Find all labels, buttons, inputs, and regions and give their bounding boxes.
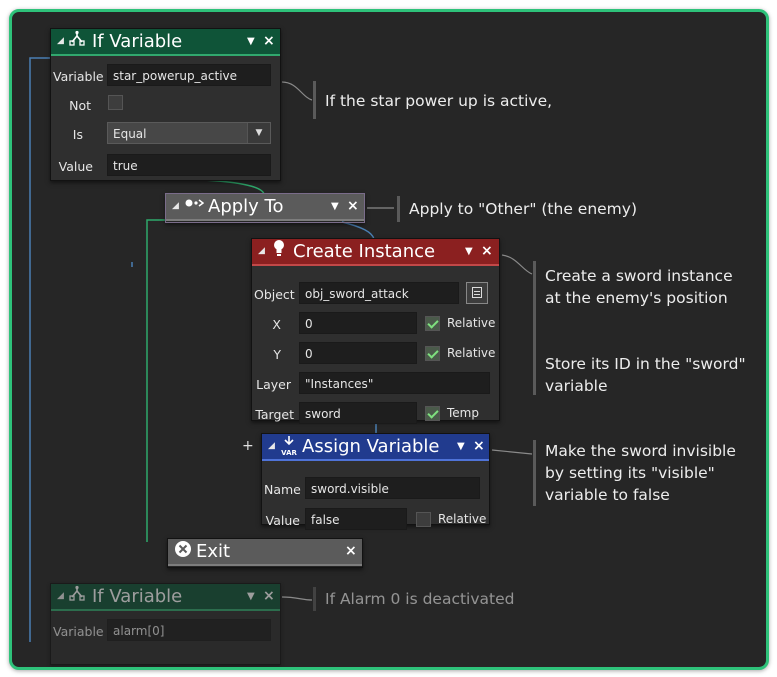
- node-title: If Variable: [92, 31, 183, 52]
- close-icon[interactable]: ×: [345, 539, 357, 564]
- comment-text: Apply to "Other" (the enemy): [409, 200, 637, 218]
- comment-bar: [397, 196, 400, 222]
- create-instance-header[interactable]: ◢ Create Instance ▼ ×: [252, 239, 499, 266]
- comment-text: Create a sword instance at the enemy's p…: [545, 267, 733, 307]
- layer-field[interactable]: "Instances": [299, 372, 490, 394]
- checkbox-label: Relative: [447, 316, 496, 330]
- collapse-triangle-icon[interactable]: ◢: [57, 29, 64, 54]
- field-label: Object: [254, 287, 295, 302]
- wire-blue-outer: [29, 57, 52, 642]
- close-icon[interactable]: ×: [347, 194, 359, 219]
- x-field[interactable]: 0: [299, 312, 417, 334]
- exit-node[interactable]: Exit ×: [167, 538, 363, 568]
- exit-header[interactable]: Exit ×: [168, 539, 362, 566]
- chevron-down-icon[interactable]: ▼: [457, 434, 465, 459]
- select-value: Equal: [113, 127, 147, 141]
- checkbox-label: Temp: [447, 406, 479, 420]
- exit-icon: [174, 540, 192, 566]
- field-label: Value: [58, 159, 93, 174]
- object-field[interactable]: obj_sword_attack: [299, 282, 459, 304]
- field-label: Variable: [53, 624, 104, 639]
- comment-link-1: [281, 81, 313, 101]
- checkbox-label: Relative: [438, 512, 487, 526]
- value-field[interactable]: false: [305, 508, 407, 530]
- close-icon[interactable]: ×: [481, 239, 493, 264]
- x-relative-checkbox[interactable]: [425, 316, 440, 331]
- create-instance-node[interactable]: ◢ Create Instance ▼ × Object obj_sword_a…: [251, 238, 500, 424]
- comment-bar: [313, 81, 316, 119]
- comment-link-5: [281, 596, 313, 601]
- chevron-down-icon[interactable]: ▼: [465, 239, 473, 264]
- variable-field[interactable]: alarm[0]: [107, 619, 271, 641]
- comment-text: Store its ID in the "sword" variable: [545, 355, 746, 395]
- field-label: Layer: [256, 377, 291, 392]
- value-field[interactable]: true: [107, 154, 271, 176]
- not-checkbox[interactable]: [108, 95, 123, 110]
- field-label: Target: [255, 407, 294, 422]
- target-field[interactable]: sword: [299, 402, 417, 424]
- chevron-down-icon[interactable]: ▼: [247, 584, 255, 609]
- var-icon: VAR: [280, 435, 298, 465]
- apply-to-node[interactable]: ◢ Apply To ▼ ×: [165, 193, 365, 223]
- y-relative-checkbox[interactable]: [425, 346, 440, 361]
- field-label: Y: [273, 347, 281, 362]
- comment-text: If Alarm 0 is deactivated: [325, 590, 515, 608]
- svg-text:VAR: VAR: [281, 449, 297, 457]
- field-label: Name: [264, 482, 301, 497]
- relative-checkbox[interactable]: [416, 512, 431, 527]
- variable-field[interactable]: star_powerup_active: [107, 64, 271, 86]
- comment-link-4: [491, 449, 533, 455]
- wire-blue-2: [341, 221, 375, 240]
- apply-to-icon: [184, 194, 205, 219]
- assign-variable-node[interactable]: ◢ VAR Assign Variable ▼ × Name sword.vis…: [261, 433, 490, 530]
- name-field[interactable]: sword.visible: [305, 477, 480, 499]
- field-label: Value: [265, 513, 300, 528]
- object-picker-button[interactable]: [466, 282, 488, 304]
- comment-bar: [533, 261, 536, 395]
- close-icon[interactable]: ×: [263, 584, 275, 609]
- wire-green-2: [146, 219, 190, 542]
- lightbulb-icon: [272, 239, 286, 265]
- node-title: Create Instance: [293, 241, 436, 262]
- field-label: Is: [72, 127, 83, 142]
- comment-link-3: [501, 254, 533, 275]
- y-field[interactable]: 0: [299, 342, 417, 364]
- close-icon[interactable]: ×: [263, 29, 275, 54]
- node-title: Exit: [196, 541, 231, 562]
- apply-to-header[interactable]: ◢ Apply To ▼ ×: [166, 194, 364, 221]
- comment-text: Make the sword invisible by setting its …: [545, 442, 736, 504]
- field-label: X: [272, 317, 281, 332]
- branch-icon: [69, 584, 85, 609]
- if-variable-header[interactable]: ◢ If Variable ▼ ×: [51, 584, 280, 611]
- field-label: Variable: [53, 69, 104, 84]
- collapse-triangle-icon[interactable]: ◢: [172, 194, 179, 219]
- node-title: If Variable: [92, 586, 183, 607]
- checkbox-label: Relative: [447, 346, 496, 360]
- chevron-down-icon[interactable]: ▼: [247, 123, 270, 143]
- temp-checkbox[interactable]: [425, 406, 440, 421]
- add-action-icon[interactable]: +: [242, 438, 254, 454]
- collapse-triangle-icon[interactable]: ◢: [268, 434, 275, 459]
- comment-bar: [313, 587, 316, 611]
- chevron-down-icon[interactable]: ▼: [331, 194, 339, 219]
- assign-variable-header[interactable]: ◢ VAR Assign Variable ▼ ×: [262, 434, 489, 461]
- wire-green-1: [201, 179, 265, 195]
- field-label: Not: [69, 98, 91, 113]
- if-variable-node[interactable]: ◢ If Variable ▼ × Variable alarm[0]: [50, 583, 281, 665]
- collapse-triangle-icon[interactable]: ◢: [258, 239, 265, 264]
- code-editor-canvas: ◢ If Variable ▼ × Variable star_powerup_…: [9, 9, 769, 670]
- comment-bar: [533, 440, 536, 506]
- collapse-triangle-icon[interactable]: ◢: [57, 584, 64, 609]
- chevron-down-icon[interactable]: ▼: [247, 29, 255, 54]
- if-variable-node[interactable]: ◢ If Variable ▼ × Variable star_powerup_…: [50, 28, 281, 181]
- node-title: Apply To: [208, 196, 284, 217]
- node-title: Assign Variable: [302, 436, 440, 457]
- close-icon[interactable]: ×: [473, 434, 485, 459]
- comparison-select[interactable]: Equal ▼: [107, 122, 271, 144]
- branch-icon: [69, 29, 85, 54]
- if-variable-header[interactable]: ◢ If Variable ▼ ×: [51, 29, 280, 56]
- comment-text: If the star power up is active,: [325, 92, 553, 110]
